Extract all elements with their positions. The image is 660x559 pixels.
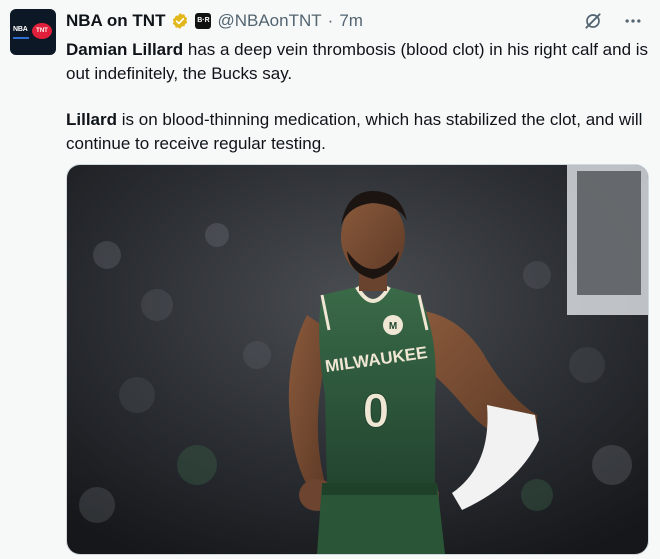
mention-damian-lillard: Damian Lillard <box>66 40 184 59</box>
mention-lillard: Lillard <box>66 110 118 129</box>
tweet[interactable]: NBA TNT NBA on TNT B·R @NBAonTNT · 7m Da… <box>0 0 660 559</box>
display-name[interactable]: NBA on TNT <box>66 11 165 31</box>
avatar-nba-text: NBA <box>13 26 28 33</box>
player-photo: MILWAUKEE 0 M <box>67 165 648 554</box>
more-icon[interactable] <box>622 10 644 32</box>
separator: · <box>327 11 334 30</box>
tweet-text: Damian Lillard has a deep vein thrombosi… <box>66 38 651 155</box>
tweet-header: NBA on TNT B·R @NBAonTNT · 7m <box>66 9 363 33</box>
avatar[interactable]: NBA TNT <box>10 9 56 55</box>
affiliate-badge[interactable]: B·R <box>195 13 212 29</box>
grok-icon[interactable] <box>582 10 604 32</box>
tweet-paragraph-1: Damian Lillard has a deep vein thrombosi… <box>66 38 651 85</box>
timestamp[interactable]: 7m <box>339 11 363 31</box>
avatar-tnt-text: TNT <box>32 23 52 39</box>
tweet-paragraph-2: Lillard is on blood-thinning medication,… <box>66 108 651 155</box>
handle[interactable]: @NBAonTNT <box>217 11 321 31</box>
verified-icon[interactable] <box>171 12 189 30</box>
header-actions <box>582 10 644 32</box>
jersey-number: 0 <box>363 385 390 438</box>
avatar-logo-bar <box>13 37 29 39</box>
tweet-photo[interactable]: MILWAUKEE 0 M <box>66 164 649 555</box>
paragraph-2-text: is on blood-thinning medication, which h… <box>66 110 643 153</box>
jersey-sponsor-text: M <box>389 321 397 332</box>
